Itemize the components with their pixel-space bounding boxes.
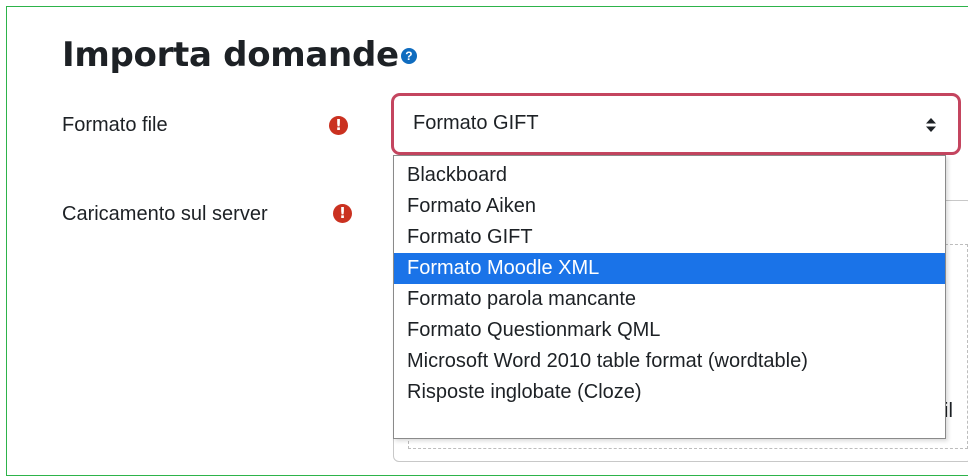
file-format-label: Formato file [62,114,168,136]
dropdown-option[interactable]: Risposte inglobate (Cloze) [394,377,945,408]
file-format-selected-value: Formato GIFT [413,112,539,134]
dropdown-option[interactable]: Formato parola mancante [394,284,945,315]
dropdown-option[interactable]: Microsoft Word 2010 table format (wordta… [394,346,945,377]
exclamation-circle-icon: ! [329,116,348,135]
page-title: Importa domande? [62,32,417,78]
upload-label: Caricamento sul server [62,203,268,225]
dropdown-option[interactable]: Formato Aiken [394,191,945,222]
file-format-dropdown: Blackboard Formato Aiken Formato GIFT Fo… [393,155,946,439]
dropdown-option-highlighted[interactable]: Formato Moodle XML [394,253,945,284]
exclamation-circle-icon: ! [333,204,352,223]
up-down-caret-icon [926,118,936,132]
dropdown-option[interactable]: Formato GIFT [394,222,945,253]
dropdown-option[interactable]: Formato Questionmark QML [394,315,945,346]
question-circle-icon[interactable]: ? [400,47,417,64]
dropdown-option[interactable]: Blackboard [394,160,945,191]
file-format-select[interactable]: Formato GIFT [391,93,961,155]
